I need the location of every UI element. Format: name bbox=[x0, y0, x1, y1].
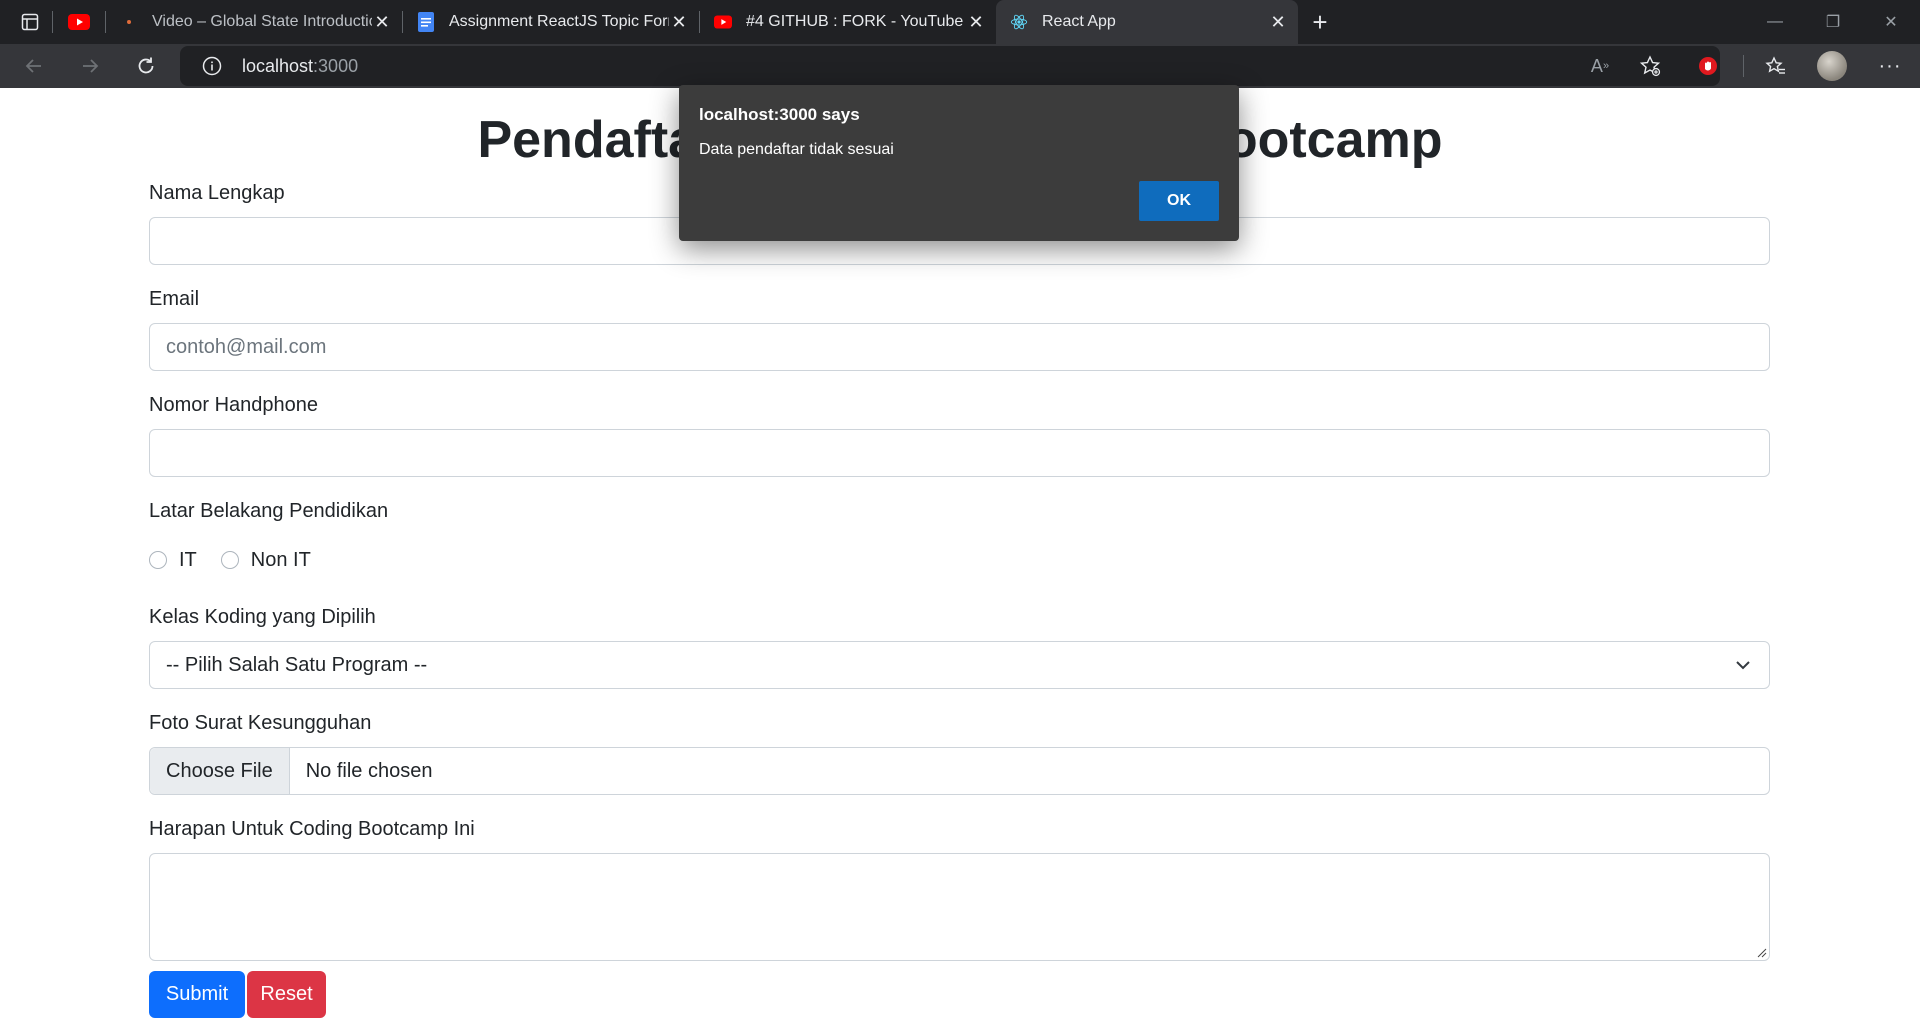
phone-label: Nomor Handphone bbox=[149, 394, 318, 416]
refresh-icon[interactable] bbox=[124, 44, 168, 88]
pinned-tab-youtube[interactable] bbox=[53, 0, 105, 44]
registration-form: Nama Lengkap Email contoh@mail.com Nomor… bbox=[149, 181, 1770, 1018]
file-status: No file chosen bbox=[305, 759, 433, 782]
toolbar-right-icons: A» ··· bbox=[1578, 44, 1920, 88]
dialog-ok-button[interactable]: OK bbox=[1139, 181, 1219, 221]
google-docs-icon bbox=[417, 12, 435, 32]
tab-title: Video – Global State Introduction bbox=[152, 13, 372, 30]
toolbar-separator bbox=[1738, 44, 1748, 88]
tab-title: React App bbox=[1042, 13, 1116, 30]
radio-it-label[interactable]: IT bbox=[179, 549, 197, 572]
education-label: Latar Belakang Pendidikan bbox=[149, 500, 389, 522]
window-close-icon[interactable]: ✕ bbox=[1862, 0, 1920, 44]
alert-dialog: localhost:3000 says Data pendaftar tidak… bbox=[679, 85, 1239, 241]
tab-actions-icon[interactable] bbox=[8, 0, 52, 44]
close-icon[interactable]: ✕ bbox=[372, 12, 392, 32]
tab-bar: Video – Global State Introduction ✕ Assi… bbox=[0, 0, 1920, 44]
youtube-icon bbox=[714, 13, 732, 31]
close-icon[interactable]: ✕ bbox=[669, 12, 689, 32]
radio-non-it[interactable] bbox=[220, 551, 239, 569]
more-menu-icon[interactable]: ··· bbox=[1860, 44, 1920, 88]
close-icon[interactable]: ✕ bbox=[1268, 12, 1288, 32]
info-icon[interactable] bbox=[200, 54, 224, 78]
address-bar[interactable]: localhost:3000 bbox=[180, 46, 1720, 86]
education-radio-group: IT Non IT bbox=[149, 547, 1770, 573]
url-host: localhost bbox=[242, 55, 314, 76]
youtube-icon bbox=[68, 14, 90, 30]
tab-github-fork[interactable]: #4 GITHUB : FORK - YouTube ✕ bbox=[700, 0, 996, 44]
video-dot-icon bbox=[120, 13, 138, 31]
favorites-icon[interactable] bbox=[1748, 44, 1804, 88]
photo-file-input[interactable]: Choose File No file chosen bbox=[149, 747, 1770, 795]
dialog-message: Data pendaftar tidak sesuai bbox=[699, 141, 894, 158]
email-input[interactable]: contoh@mail.com bbox=[149, 323, 1770, 371]
dialog-title: localhost:3000 says bbox=[699, 105, 860, 124]
read-aloud-icon[interactable]: A» bbox=[1578, 44, 1622, 88]
hope-textarea[interactable] bbox=[149, 853, 1770, 961]
submit-button[interactable]: Submit bbox=[149, 971, 245, 1018]
forward-arrow-icon[interactable] bbox=[68, 44, 112, 88]
radio-non-it-label[interactable]: Non IT bbox=[251, 549, 311, 572]
url-port: :3000 bbox=[313, 55, 359, 76]
restore-icon[interactable]: ❐ bbox=[1804, 0, 1862, 44]
class-label: Kelas Koding yang Dipilih bbox=[149, 606, 376, 628]
add-favorite-icon[interactable] bbox=[1622, 44, 1678, 88]
tab-title: #4 GITHUB : FORK - YouTube bbox=[746, 13, 964, 30]
resize-handle-icon[interactable] bbox=[1757, 948, 1767, 958]
choose-file-button[interactable]: Choose File bbox=[150, 748, 290, 794]
tab-video-global-state[interactable]: Video – Global State Introduction ✕ bbox=[106, 0, 402, 44]
reset-button[interactable]: Reset bbox=[247, 971, 326, 1018]
form-actions: Submit Reset bbox=[149, 971, 1770, 1018]
tab-title: Assignment ReactJS Topic Form bbox=[449, 13, 669, 30]
phone-input[interactable] bbox=[149, 429, 1770, 477]
window-controls: ― ❐ ✕ bbox=[1746, 0, 1920, 44]
email-placeholder: contoh@mail.com bbox=[166, 335, 327, 358]
hope-label: Harapan Untuk Coding Bootcamp Ini bbox=[149, 818, 475, 840]
extension-icon[interactable] bbox=[1678, 44, 1738, 88]
email-label: Email bbox=[149, 288, 200, 310]
avatar bbox=[1817, 51, 1847, 81]
radio-it[interactable] bbox=[149, 551, 167, 569]
browser-toolbar: localhost:3000 A» ··· bbox=[0, 44, 1920, 88]
chevron-down-icon bbox=[1736, 661, 1750, 670]
photo-label: Foto Surat Kesungguhan bbox=[149, 712, 372, 734]
close-icon[interactable]: ✕ bbox=[966, 12, 986, 32]
class-select[interactable]: -- Pilih Salah Satu Program -- bbox=[149, 641, 1770, 689]
profile-avatar[interactable] bbox=[1804, 44, 1860, 88]
back-arrow-icon[interactable] bbox=[12, 44, 56, 88]
address-url: localhost:3000 bbox=[242, 56, 358, 77]
react-icon bbox=[1010, 13, 1028, 31]
minimize-icon[interactable]: ― bbox=[1746, 0, 1804, 44]
tab-react-app[interactable]: React App ✕ bbox=[996, 0, 1298, 44]
class-selected-value: -- Pilih Salah Satu Program -- bbox=[166, 653, 428, 676]
tab-assignment[interactable]: Assignment ReactJS Topic Form ✕ bbox=[403, 0, 699, 44]
new-tab-icon[interactable]: + bbox=[1298, 0, 1342, 44]
